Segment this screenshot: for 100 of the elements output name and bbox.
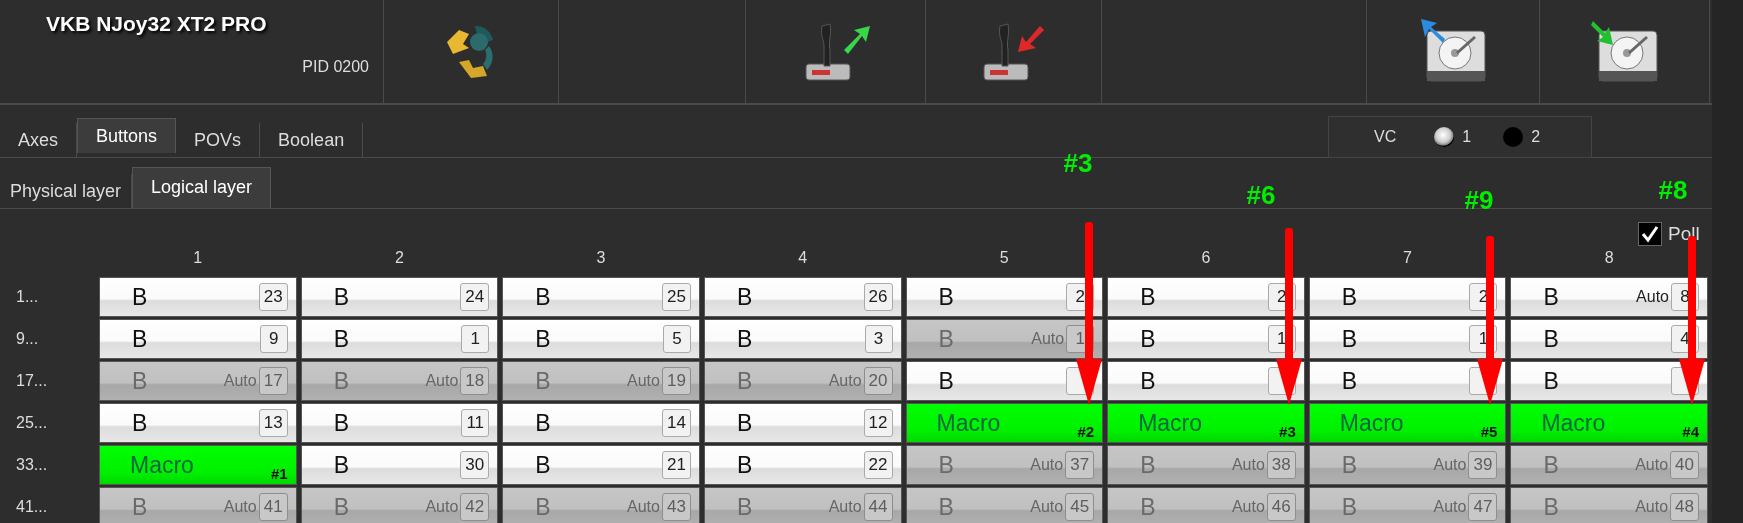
auto-label: Auto [223,372,257,390]
radio-label: 2 [1531,128,1541,146]
number-badge: 41 [258,493,288,521]
number-badge: 45 [1065,493,1095,521]
button-mapping[interactable]: B 1 [1309,320,1506,358]
auto-label: Auto [1635,456,1669,474]
macro-number: #2 [1077,423,1095,440]
number-badge: 39 [1468,451,1498,479]
number-badge: 18 [460,367,490,395]
number-badge: 26 [863,283,893,311]
auto-label: Auto [1433,498,1467,516]
button-mapping[interactable]: B 23 [100,278,296,316]
number-badge: 25 [661,283,691,311]
button-mapping[interactable]: B 2 [1108,278,1304,316]
macro-number: #4 [1682,423,1699,440]
radio-button[interactable] [1503,127,1524,147]
number-badge: 14 [661,409,691,437]
macro-number: #3 [1279,423,1296,440]
device-name: VKB NJoy32 XT2 PRO [46,12,267,36]
auto-label: Auto [425,498,459,516]
column-header: 6 [1200,249,1212,268]
button-mapping[interactable]: B 11 [301,404,498,442]
number-badge: 30 [460,451,490,479]
auto-label: Auto [1635,498,1669,516]
poll-checkbox[interactable] [1638,222,1662,246]
macro-button[interactable]: Macro #3 [1108,404,1304,442]
hard-drive-download-icon [1588,18,1661,85]
annotation-label: #6 [1246,180,1276,211]
auto-label: Auto [1031,330,1065,348]
button-mapping[interactable]: B 1 [301,320,498,358]
number-badge: 21 [661,451,691,479]
button-mapping[interactable]: B 26 [704,278,901,316]
auto-label: Auto [828,372,862,390]
column-header: 7 [1402,249,1413,268]
number-badge: 40 [1670,451,1699,479]
button-mapping[interactable]: B 2 [906,278,1103,316]
button-mapping[interactable]: B 25 [503,278,699,316]
number-badge: 5 [662,325,691,353]
column-header: 8 [1603,249,1615,268]
auto-label: Auto [1231,456,1265,474]
column-header: 5 [998,249,1010,268]
tab[interactable]: Buttons [77,118,177,153]
macro-button[interactable]: Macro #1 [100,446,296,484]
button-mapping[interactable]: B [1309,362,1506,400]
button-mapping[interactable]: B [1108,362,1304,400]
column-header: 3 [595,249,607,268]
number-badge: 3 [864,325,893,353]
auto-label: Auto [1030,498,1064,516]
macro-number: #1 [270,465,288,482]
column-header: 4 [797,249,809,268]
macro-number: #5 [1480,423,1498,440]
auto-label: Auto [828,498,862,516]
button-mapping[interactable]: B 3 [704,320,901,358]
button-mapping[interactable]: B 30 [301,446,498,484]
number-badge: 44 [863,493,893,521]
button-mapping[interactable]: B 1 [1108,320,1304,358]
button-mapping[interactable]: B 14 [503,404,699,442]
annotation-label: #9 [1464,185,1494,216]
number-badge: 1 [461,325,490,353]
number-badge: 37 [1065,451,1095,479]
auto-label: Auto [1030,456,1064,474]
poll-label: Poll [1668,223,1700,245]
device-pid: PID 0200 [302,58,369,76]
button-mapping[interactable]: B [1511,362,1707,400]
auto-label: Auto [425,372,459,390]
button-mapping[interactable]: B 21 [503,446,699,484]
number-badge: 12 [863,409,893,437]
number-badge: 17 [258,367,288,395]
radio-label: 1 [1462,128,1472,146]
layer-tab[interactable]: Logical layer [132,167,272,208]
number-badge: 46 [1266,493,1296,521]
macro-button[interactable]: Macro #5 [1309,404,1506,442]
button-mapping[interactable]: B 5 [503,320,699,358]
radio-button[interactable] [1434,127,1455,147]
macro-button[interactable]: Macro #4 [1511,404,1707,442]
macro-button[interactable]: Macro #2 [906,404,1103,442]
button-mapping[interactable]: B 12 [704,404,901,442]
annotation-label: #3 [1063,148,1093,179]
number-badge: 42 [460,493,490,521]
number-badge: 43 [661,493,691,521]
number-badge: 19 [661,367,691,395]
number-badge: 13 [258,409,288,437]
auto-label: Auto [1636,288,1669,306]
number-badge: 38 [1266,451,1296,479]
column-header: 2 [394,249,405,268]
button-mapping[interactable]: B 24 [301,278,498,316]
auto-label: Auto [627,372,660,390]
annotation-label: #8 [1658,175,1688,206]
button-mapping[interactable]: B 13 [100,404,296,442]
button-mapping[interactable]: B 4 [1511,320,1707,358]
button-mapping[interactable]: B 22 [704,446,901,484]
number-badge: 22 [863,451,893,479]
button-mapping[interactable]: B [906,362,1103,400]
tab[interactable]: Boolean [260,123,364,157]
number-badge: 24 [460,283,490,311]
button-mapping[interactable]: B 9 [100,320,296,358]
auto-label: Auto [223,498,257,516]
number-badge: 23 [258,283,288,311]
tab[interactable]: POVs [176,123,261,157]
number-badge: 11 [461,409,490,437]
